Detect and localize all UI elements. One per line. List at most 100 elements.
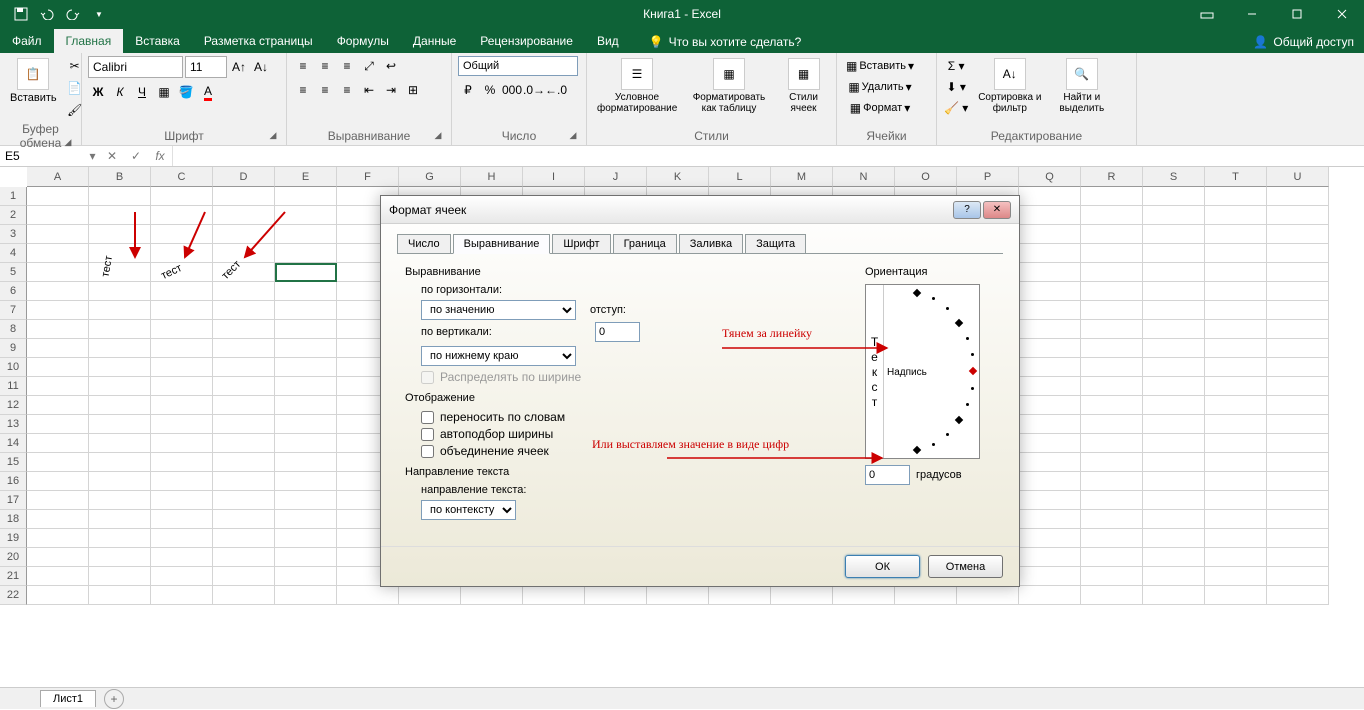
fill-color-icon[interactable]: 🪣 bbox=[176, 82, 196, 102]
row-header[interactable]: 11 bbox=[0, 377, 27, 396]
dlg-tab-protection[interactable]: Защита bbox=[745, 234, 806, 253]
tab-home[interactable]: Главная bbox=[54, 29, 124, 53]
cell[interactable] bbox=[213, 529, 275, 548]
cell[interactable] bbox=[275, 187, 337, 206]
cell[interactable] bbox=[27, 567, 89, 586]
column-header[interactable]: K bbox=[647, 167, 709, 187]
cell[interactable] bbox=[1143, 529, 1205, 548]
cell[interactable] bbox=[151, 320, 213, 339]
cell[interactable] bbox=[89, 358, 151, 377]
cell[interactable] bbox=[1019, 415, 1081, 434]
cell[interactable] bbox=[213, 187, 275, 206]
cell[interactable] bbox=[151, 453, 213, 472]
cell[interactable] bbox=[89, 206, 151, 225]
format-table-button[interactable]: ▦Форматировать как таблицу bbox=[685, 56, 773, 116]
cell[interactable] bbox=[1205, 453, 1267, 472]
cell[interactable] bbox=[151, 339, 213, 358]
percent-icon[interactable]: % bbox=[480, 80, 500, 100]
cell[interactable] bbox=[1267, 434, 1329, 453]
column-header[interactable]: N bbox=[833, 167, 895, 187]
cell[interactable] bbox=[275, 225, 337, 244]
cell[interactable] bbox=[1081, 472, 1143, 491]
cell[interactable] bbox=[27, 510, 89, 529]
format-cells-button[interactable]: ▦ Формат ▾ bbox=[843, 98, 917, 118]
row-header[interactable]: 19 bbox=[0, 529, 27, 548]
cell[interactable] bbox=[1267, 244, 1329, 263]
row-header[interactable]: 9 bbox=[0, 339, 27, 358]
cell[interactable] bbox=[833, 586, 895, 605]
row-header[interactable]: 18 bbox=[0, 510, 27, 529]
fill-icon[interactable]: ⬇ ▾ bbox=[943, 77, 969, 97]
cell[interactable] bbox=[213, 548, 275, 567]
cell[interactable] bbox=[151, 396, 213, 415]
vertical-select[interactable]: по нижнему краю bbox=[421, 346, 576, 366]
cell[interactable] bbox=[1081, 301, 1143, 320]
row-header[interactable]: 4 bbox=[0, 244, 27, 263]
cell[interactable] bbox=[27, 320, 89, 339]
vertical-text-button[interactable]: Текст bbox=[866, 285, 884, 458]
border-icon[interactable]: ▦ bbox=[154, 82, 174, 102]
cell[interactable] bbox=[1205, 491, 1267, 510]
cell[interactable]: тест bbox=[213, 263, 275, 282]
align-launcher[interactable]: ◢ bbox=[432, 130, 444, 142]
font-name-select[interactable] bbox=[88, 56, 183, 78]
cell[interactable] bbox=[1143, 453, 1205, 472]
cell[interactable] bbox=[1205, 377, 1267, 396]
cell[interactable] bbox=[1205, 301, 1267, 320]
cell[interactable] bbox=[1019, 491, 1081, 510]
row-header[interactable]: 3 bbox=[0, 225, 27, 244]
degrees-spinner[interactable] bbox=[865, 465, 910, 485]
cell[interactable] bbox=[89, 282, 151, 301]
cell[interactable] bbox=[1143, 244, 1205, 263]
cell[interactable] bbox=[27, 491, 89, 510]
cell[interactable] bbox=[27, 339, 89, 358]
qat-dropdown-icon[interactable]: ▼ bbox=[88, 3, 110, 25]
cell[interactable] bbox=[27, 529, 89, 548]
row-header[interactable]: 5 bbox=[0, 263, 27, 282]
cell[interactable] bbox=[213, 320, 275, 339]
cell[interactable] bbox=[895, 586, 957, 605]
cell[interactable] bbox=[1205, 206, 1267, 225]
cell[interactable] bbox=[1019, 567, 1081, 586]
cell[interactable] bbox=[1019, 244, 1081, 263]
font-size-select[interactable] bbox=[185, 56, 227, 78]
decrease-indent-icon[interactable]: ⇤ bbox=[359, 80, 379, 100]
cell[interactable] bbox=[275, 472, 337, 491]
cell[interactable] bbox=[151, 225, 213, 244]
cell[interactable] bbox=[1143, 377, 1205, 396]
shrink-fit-checkbox[interactable] bbox=[421, 428, 434, 441]
cell[interactable] bbox=[1267, 586, 1329, 605]
cell[interactable] bbox=[213, 586, 275, 605]
cell[interactable] bbox=[1019, 263, 1081, 282]
cell[interactable] bbox=[1267, 529, 1329, 548]
cell[interactable] bbox=[151, 377, 213, 396]
merge-center-icon[interactable]: ⊞ bbox=[403, 80, 423, 100]
cell[interactable] bbox=[213, 282, 275, 301]
cell[interactable] bbox=[1267, 339, 1329, 358]
cell[interactable] bbox=[27, 396, 89, 415]
tab-layout[interactable]: Разметка страницы bbox=[192, 29, 325, 53]
cell[interactable] bbox=[1081, 206, 1143, 225]
tab-view[interactable]: Вид bbox=[585, 29, 631, 53]
sheet-tab[interactable]: Лист1 bbox=[40, 690, 96, 707]
cell[interactable] bbox=[89, 510, 151, 529]
cell[interactable] bbox=[1267, 377, 1329, 396]
cell[interactable] bbox=[213, 472, 275, 491]
cell[interactable] bbox=[27, 301, 89, 320]
align-left-icon[interactable]: ≡ bbox=[293, 80, 313, 100]
cell[interactable] bbox=[27, 434, 89, 453]
indent-spinner[interactable] bbox=[595, 322, 640, 342]
cell[interactable] bbox=[213, 434, 275, 453]
cell[interactable] bbox=[275, 301, 337, 320]
cell[interactable] bbox=[1267, 358, 1329, 377]
cell[interactable] bbox=[1143, 548, 1205, 567]
cell[interactable] bbox=[89, 472, 151, 491]
align-middle-icon[interactable]: ≡ bbox=[315, 56, 335, 76]
cell[interactable] bbox=[771, 586, 833, 605]
clear-icon[interactable]: 🧹 ▾ bbox=[943, 98, 969, 118]
cell[interactable] bbox=[1205, 415, 1267, 434]
cell[interactable] bbox=[1267, 187, 1329, 206]
comma-icon[interactable]: 000 bbox=[502, 80, 522, 100]
cell[interactable] bbox=[89, 187, 151, 206]
font-color-icon[interactable]: A bbox=[198, 82, 218, 102]
